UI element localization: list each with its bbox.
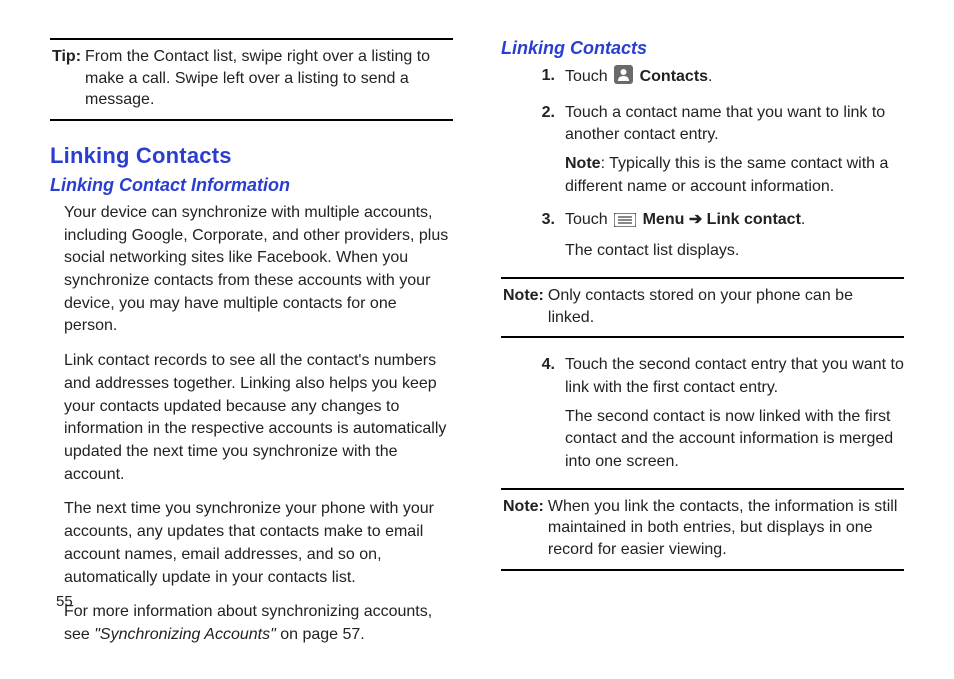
step-3: 3. Touch Menu ➔ Link contact. The contac… <box>529 209 904 263</box>
tip-block: Tip: From the Contact list, swipe right … <box>50 38 453 121</box>
step-text: Touch the second contact entry that you … <box>565 354 904 399</box>
note-block-2: Note: When you link the contacts, the in… <box>501 488 904 571</box>
arrow-icon: ➔ <box>684 211 706 228</box>
step-4: 4. Touch the second contact entry that y… <box>529 354 904 474</box>
subheading-linking-contact-info: Linking Contact Information <box>50 175 453 196</box>
step-text: Touch a contact name that you want to li… <box>565 102 904 147</box>
note-label: Note: <box>503 285 544 328</box>
contacts-icon <box>614 65 633 92</box>
tip-label: Tip: <box>52 46 81 111</box>
step-1: 1. Touch Contacts. <box>529 65 904 92</box>
step-number: 3. <box>529 209 555 263</box>
step-2: 2. Touch a contact name that you want to… <box>529 102 904 199</box>
paragraph: Link contact records to see all the cont… <box>64 350 453 486</box>
contacts-label: Contacts <box>640 68 708 85</box>
text: Touch <box>565 68 612 85</box>
note-text: : Typically this is the same contact wit… <box>565 155 888 195</box>
note-text: When you link the contacts, the informat… <box>548 496 902 561</box>
step-text: The second contact is now linked with th… <box>565 406 904 474</box>
steps-list-cont: 4. Touch the second contact entry that y… <box>529 354 904 474</box>
menu-icon <box>614 212 636 235</box>
subheading-linking-contacts: Linking Contacts <box>501 38 904 59</box>
step-number: 1. <box>529 65 555 92</box>
paragraph: Your device can synchronize with multipl… <box>64 202 453 338</box>
paragraph-xref: For more information about synchronizing… <box>64 601 453 646</box>
tip-text: From the Contact list, swipe right over … <box>85 46 451 111</box>
link-contact-label: Link contact <box>707 211 801 228</box>
heading-linking-contacts: Linking Contacts <box>50 143 453 169</box>
left-column: Tip: From the Contact list, swipe right … <box>50 38 453 659</box>
step-text: The contact list displays. <box>565 240 904 263</box>
menu-label: Menu <box>643 211 685 228</box>
text: . <box>801 211 805 228</box>
left-body: Your device can synchronize with multipl… <box>64 202 453 647</box>
page-number: 55 <box>56 593 73 610</box>
step-number: 4. <box>529 354 555 474</box>
note-block-1: Note: Only contacts stored on your phone… <box>501 277 904 338</box>
text: . <box>708 68 712 85</box>
right-column: Linking Contacts 1. Touch Contacts. 2. T… <box>501 38 904 659</box>
note-label: Note: <box>503 496 544 561</box>
text: Touch <box>565 211 612 228</box>
steps-list: 1. Touch Contacts. 2. Touch a contact na… <box>529 65 904 263</box>
manual-page: Tip: From the Contact list, swipe right … <box>0 0 954 679</box>
note-label: Note <box>565 155 601 172</box>
cross-reference: "Synchronizing Accounts" <box>94 626 276 643</box>
note-text: Only contacts stored on your phone can b… <box>548 285 902 328</box>
step-note: Note: Typically this is the same contact… <box>565 153 904 198</box>
paragraph: The next time you synchronize your phone… <box>64 498 453 589</box>
text: on page 57. <box>276 626 365 643</box>
step-number: 2. <box>529 102 555 199</box>
